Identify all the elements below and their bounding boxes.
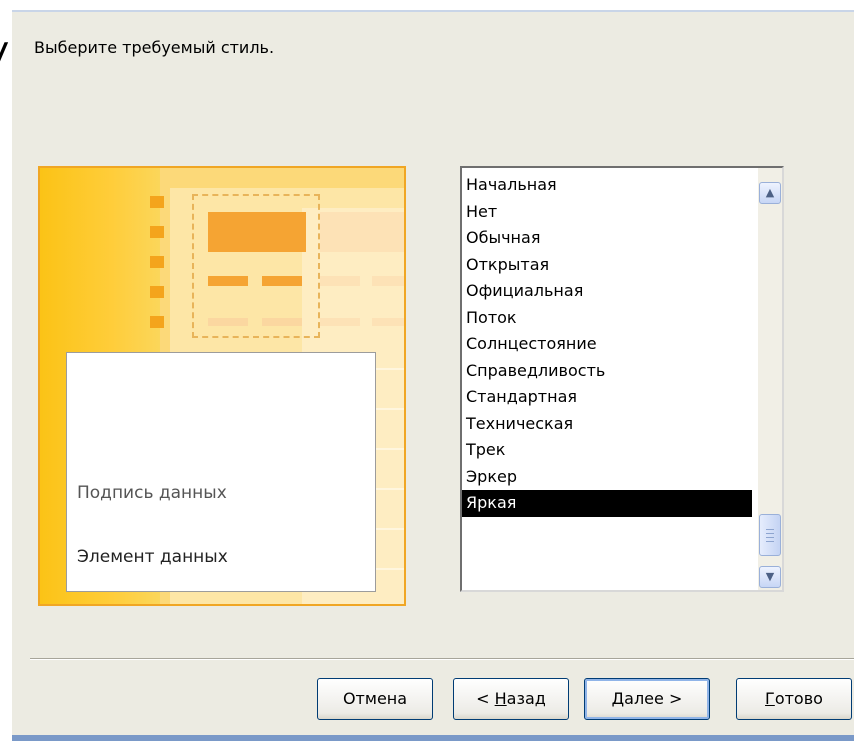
chevron-down-icon: ▼ [765, 570, 775, 583]
clipped-background-text: УІ [0, 36, 12, 76]
next-button-label: алее > [624, 689, 683, 708]
finish-button-label: отово [774, 689, 823, 708]
style-option[interactable]: Справедливость [462, 358, 752, 385]
style-preview: Подпись данных Элемент данных [38, 166, 406, 606]
back-button-label: азад [506, 689, 546, 708]
style-option[interactable]: Поток [462, 305, 752, 332]
finish-button[interactable]: Готово [736, 678, 852, 720]
back-button-hotkey: Н [494, 689, 507, 708]
preview-binding-mark [150, 286, 164, 298]
preview-binding-mark [150, 226, 164, 238]
style-option-selected[interactable]: Яркая [462, 490, 752, 517]
cancel-button-label: Отмена [342, 689, 408, 708]
scroll-thumb[interactable] [759, 514, 781, 556]
style-option[interactable]: Обычная [462, 225, 752, 252]
back-button-prefix: < [476, 689, 495, 708]
style-list-items: Начальная Нет Обычная Открытая Официальн… [462, 172, 752, 517]
preview-title-bar-pale [320, 212, 404, 252]
preview-field-bar-pale [320, 318, 360, 326]
preview-field-bar [208, 318, 248, 326]
preview-sample-card: Подпись данных Элемент данных [66, 352, 376, 592]
preview-binding-mark [150, 256, 164, 268]
style-option[interactable]: Открытая [462, 252, 752, 279]
button-separator [30, 658, 854, 660]
list-scrollbar[interactable]: ▲ ▼ [758, 168, 782, 590]
back-button[interactable]: < Назад [453, 678, 569, 720]
preview-field-bar [262, 318, 302, 326]
finish-button-hotkey: Г [765, 689, 775, 708]
grip-line [766, 529, 774, 530]
preview-field-bar [262, 276, 302, 286]
next-button[interactable]: Далее > [584, 678, 710, 720]
preview-field-bar-pale [372, 318, 404, 326]
preview-binding-mark [150, 316, 164, 328]
cancel-button[interactable]: Отмена [317, 678, 433, 720]
preview-binding-mark [150, 196, 164, 208]
preview-title-bar [208, 212, 306, 252]
grip-line [766, 541, 774, 542]
grip-line [766, 537, 774, 538]
style-option[interactable]: Официальная [462, 278, 752, 305]
style-option[interactable]: Начальная [462, 172, 752, 199]
chevron-up-icon: ▲ [765, 186, 775, 199]
style-option[interactable]: Нет [462, 199, 752, 226]
style-option[interactable]: Трек [462, 437, 752, 464]
sample-item-label: Элемент данных [77, 547, 228, 567]
prompt-label: Выберите требуемый стиль. [34, 38, 275, 57]
preview-field-bar-pale [320, 276, 360, 286]
style-option[interactable]: Солнцестояние [462, 331, 752, 358]
style-option[interactable]: Стандартная [462, 384, 752, 411]
scroll-up-button[interactable]: ▲ [759, 182, 781, 204]
style-wizard-dialog: Выберите требуемый стиль. Подпись данных… [12, 10, 854, 739]
grip-line [766, 533, 774, 534]
style-option[interactable]: Эркер [462, 464, 752, 491]
preview-field-bar [208, 276, 248, 286]
sample-caption-label: Подпись данных [77, 483, 227, 503]
preview-field-bar-pale [372, 276, 404, 286]
next-button-hotkey: Д [611, 689, 625, 708]
style-option[interactable]: Техническая [462, 411, 752, 438]
style-listbox[interactable]: Начальная Нет Обычная Открытая Официальн… [460, 166, 784, 592]
window-bottom-edge [12, 735, 854, 741]
scroll-down-button[interactable]: ▼ [759, 566, 781, 588]
